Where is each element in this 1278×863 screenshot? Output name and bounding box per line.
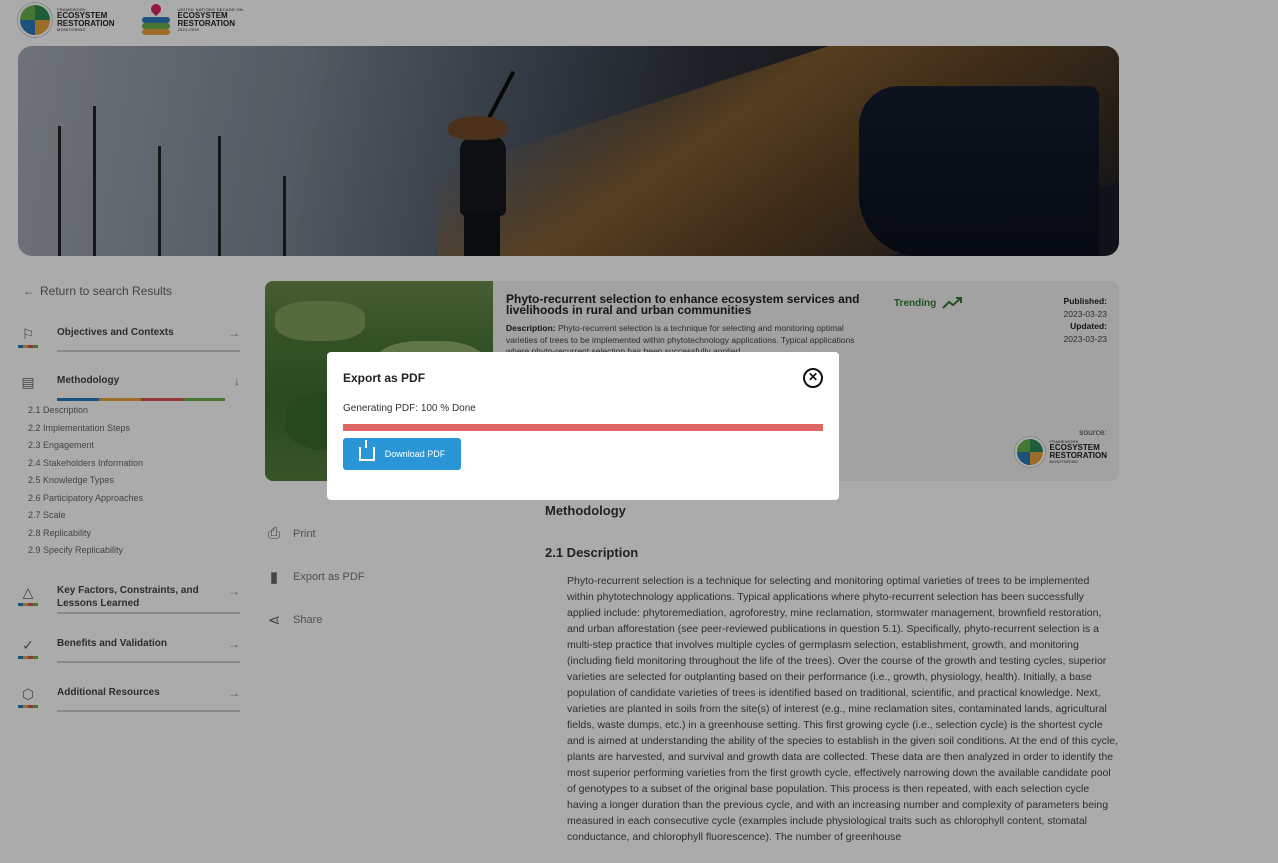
progress-fill <box>343 424 823 431</box>
download-label: Download PDF <box>384 449 446 459</box>
download-pdf-button[interactable]: Download PDF <box>343 438 461 470</box>
close-icon[interactable]: ✕ <box>803 368 823 388</box>
dialog-title: Export as PDF <box>343 371 426 385</box>
export-pdf-dialog: Export as PDF ✕ Generating PDF: 100 % Do… <box>327 352 839 500</box>
download-icon <box>358 440 375 461</box>
progress-bar <box>343 424 823 431</box>
generation-status: Generating PDF: 100 % Done <box>343 403 476 414</box>
